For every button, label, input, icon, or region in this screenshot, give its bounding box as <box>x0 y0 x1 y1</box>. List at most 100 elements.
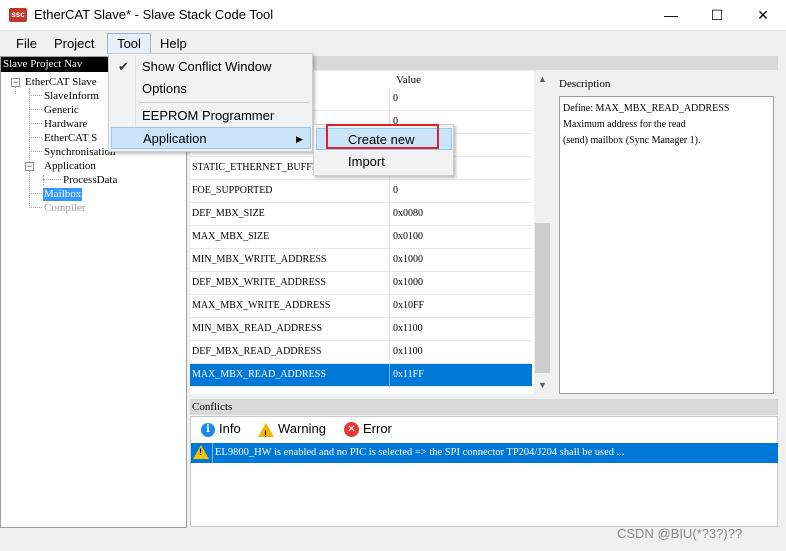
menu-tool[interactable]: Tool <box>107 33 151 54</box>
menu-item-eeprom-programmer[interactable]: EEPROM Programmer <box>111 105 311 127</box>
tree-item-mailbox[interactable]: Mailbox <box>43 188 83 201</box>
scroll-thumb[interactable] <box>535 223 550 373</box>
filter-info-button[interactable]: i Info <box>201 420 241 438</box>
tree-connector <box>29 123 42 124</box>
description-label: Description <box>559 78 611 90</box>
menu-file[interactable]: File <box>8 33 45 54</box>
warning-mark: ! <box>264 428 267 439</box>
tree-connector <box>29 109 42 110</box>
menu-item-show-conflict-window[interactable]: ✔ Show Conflict Window <box>111 56 311 78</box>
app-icon: ssc <box>9 8 27 22</box>
setting-value: 0x1000 <box>393 277 423 288</box>
table-row[interactable]: FOE_SUPPORTED 0 <box>190 180 532 203</box>
info-icon: i <box>201 422 215 437</box>
warning-icon: ! <box>193 445 209 459</box>
tree-connector <box>29 207 42 208</box>
menu-item-label: Application <box>143 131 207 146</box>
table-row[interactable]: DEF_MBX_WRITE_ADDRESS 0x1000 <box>190 272 532 295</box>
tree-item-processdata[interactable]: ProcessData <box>63 174 117 187</box>
filter-warning-label: Warning <box>278 421 326 436</box>
setting-value: 0x1100 <box>393 323 423 334</box>
menu-item-import[interactable]: Import <box>316 151 452 173</box>
description-line: (send) mailbox (Sync Manager 1). <box>563 135 701 146</box>
tree-item-ethercat-slave[interactable]: EtherCAT Slave <box>25 76 97 89</box>
setting-name: MAX_MBX_WRITE_ADDRESS <box>192 300 331 311</box>
setting-name: MIN_MBX_WRITE_ADDRESS <box>192 254 327 265</box>
scroll-up-icon[interactable]: ▲ <box>534 71 551 88</box>
setting-value: 0 <box>393 93 398 104</box>
setting-value: 0x11FF <box>393 369 424 380</box>
column-divider <box>212 443 213 463</box>
tree-connector <box>29 95 42 96</box>
column-header-value: Value <box>396 74 422 86</box>
tree-item-synchronisation[interactable]: Synchronisation <box>44 146 116 159</box>
table-row[interactable]: MIN_MBX_WRITE_ADDRESS 0x1000 <box>190 249 532 272</box>
conflict-row[interactable]: ! EL9800_HW is enabled and no PIC is sel… <box>191 443 778 463</box>
tree-connector <box>43 175 44 185</box>
minimize-button[interactable]: — <box>648 0 694 31</box>
setting-name: MAX_MBX_SIZE <box>192 231 270 242</box>
tree-item-hardware[interactable]: Hardware <box>44 118 87 131</box>
menu-help[interactable]: Help <box>152 33 195 54</box>
table-row-selected[interactable]: MAX_MBX_READ_ADDRESS 0x11FF <box>190 364 532 387</box>
table-row[interactable]: DEF_MBX_SIZE 0x0080 <box>190 203 532 226</box>
tree-connector <box>29 193 42 194</box>
annotation-highlight-box <box>326 124 439 149</box>
conflict-warning-icon-wrap: ! <box>193 445 211 461</box>
tree-item-generic[interactable]: Generic <box>44 104 79 117</box>
tree-collapse-toggle[interactable]: − <box>11 78 20 87</box>
description-line: Define: MAX_MBX_READ_ADDRESS <box>563 103 730 114</box>
conflicts-header-strip <box>190 399 778 415</box>
table-row[interactable]: MIN_MBX_READ_ADDRESS 0x1100 <box>190 318 532 341</box>
setting-name: DEF_MBX_READ_ADDRESS <box>192 346 322 357</box>
conflicts-label: Conflicts <box>192 401 233 413</box>
tree-connector <box>29 151 42 152</box>
warning-icon: ! <box>258 422 274 439</box>
tree-item-compiler[interactable]: Compiler <box>44 202 86 215</box>
submenu-arrow-icon: ▶ <box>296 134 303 144</box>
setting-name: MIN_MBX_READ_ADDRESS <box>192 323 323 334</box>
setting-name: DEF_MBX_SIZE <box>192 208 265 219</box>
scroll-down-icon[interactable]: ▼ <box>534 377 551 394</box>
menu-separator <box>139 102 309 103</box>
filter-info-label: Info <box>219 421 241 436</box>
tree-item-application[interactable]: Application <box>44 160 96 173</box>
tree-connector <box>29 88 30 208</box>
table-row[interactable]: DEF_MBX_READ_ADDRESS 0x1100 <box>190 341 532 364</box>
setting-value: 0x10FF <box>393 300 425 311</box>
menu-project[interactable]: Project <box>46 33 102 54</box>
setting-name: FOE_SUPPORTED <box>192 185 273 196</box>
close-button[interactable]: ✕ <box>740 0 786 31</box>
tree-item-slaveinformation[interactable]: SlaveInform <box>44 90 99 103</box>
menu-item-label: Import <box>348 154 385 169</box>
watermark: CSDN @BIU(*?3?)?? <box>617 526 743 541</box>
error-icon: ✕ <box>344 422 359 438</box>
warning-mark: ! <box>199 447 202 457</box>
tree-collapse-toggle[interactable]: − <box>25 162 34 171</box>
menu-item-label: Options <box>142 81 187 96</box>
maximize-button[interactable]: ☐ <box>694 0 740 31</box>
setting-name: MAX_MBX_READ_ADDRESS <box>192 369 326 380</box>
tree-connector <box>29 137 42 138</box>
filter-error-button[interactable]: ✕ Error <box>344 420 392 438</box>
menu-item-application[interactable]: Application ▶ <box>111 127 311 149</box>
table-scrollbar[interactable]: ▲ ▼ <box>534 71 551 394</box>
menu-item-label: Show Conflict Window <box>142 59 272 74</box>
menu-item-label: EEPROM Programmer <box>142 108 275 123</box>
setting-value: 0x0100 <box>393 231 423 242</box>
menu-bar: File Project Tool Help <box>0 31 786 55</box>
title-bar: ssc EtherCAT Slave* - Slave Stack Code T… <box>0 0 786 31</box>
setting-value: 0x1100 <box>393 346 423 357</box>
tool-dropdown-menu: ✔ Show Conflict Window Options EEPROM Pr… <box>108 53 313 152</box>
table-row[interactable]: MAX_MBX_WRITE_ADDRESS 0x10FF <box>190 295 532 318</box>
filter-warning-button[interactable]: ! Warning <box>258 420 326 439</box>
tree-item-ethercat-stack[interactable]: EtherCAT S <box>44 132 97 145</box>
table-row[interactable]: MAX_MBX_SIZE 0x0100 <box>190 226 532 249</box>
menu-item-options[interactable]: Options <box>111 78 311 100</box>
description-box: Define: MAX_MBX_READ_ADDRESS Maximum add… <box>559 96 774 394</box>
conflict-message: EL9800_HW is enabled and no PIC is selec… <box>215 447 625 458</box>
filter-error-label: Error <box>363 421 392 436</box>
setting-value: 0x0080 <box>393 208 423 219</box>
window-title: EtherCAT Slave* - Slave Stack Code Tool <box>34 7 274 22</box>
description-line: Maximum address for the read <box>563 119 686 130</box>
